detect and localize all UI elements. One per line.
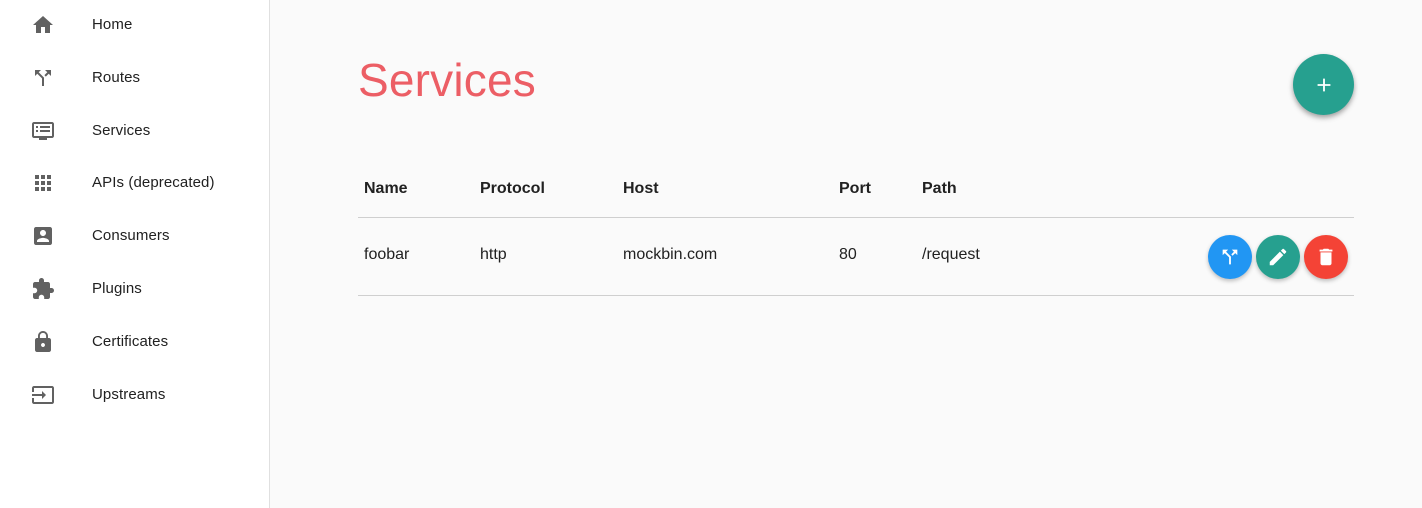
sidebar: Home Routes Services APIs (deprecated) C <box>0 0 270 508</box>
delete-button[interactable] <box>1304 235 1348 279</box>
extension-puzzle-icon <box>31 277 55 301</box>
sidebar-item-label: Services <box>92 122 151 139</box>
sidebar-item-plugins[interactable]: Plugins <box>0 262 269 315</box>
cell-path: /request <box>922 246 980 263</box>
table-row: foobar http mockbin.com 80 /request <box>358 218 1354 296</box>
plus-icon <box>1313 74 1335 96</box>
call-split-icon <box>31 66 55 90</box>
sidebar-item-apis[interactable]: APIs (deprecated) <box>0 156 269 209</box>
add-service-button[interactable] <box>1293 54 1354 115</box>
main-content: Services Name Protocol Host Port Path fo… <box>271 0 1422 508</box>
input-arrow-icon <box>31 383 55 407</box>
sidebar-item-services[interactable]: Services <box>0 104 269 157</box>
column-header-protocol: Protocol <box>480 180 545 197</box>
app: Home Routes Services APIs (deprecated) C <box>0 0 1422 508</box>
sidebar-item-label: APIs (deprecated) <box>92 174 215 191</box>
sidebar-item-upstreams[interactable]: Upstreams <box>0 368 269 421</box>
call-split-icon <box>1219 246 1241 268</box>
edit-button[interactable] <box>1256 235 1300 279</box>
apps-grid-icon <box>31 171 55 195</box>
sidebar-item-label: Certificates <box>92 333 169 350</box>
cell-host: mockbin.com <box>623 246 718 263</box>
sidebar-item-routes[interactable]: Routes <box>0 51 269 104</box>
lock-icon <box>31 330 55 354</box>
sidebar-item-certificates[interactable]: Certificates <box>0 315 269 368</box>
sidebar-item-consumers[interactable]: Consumers <box>0 209 269 262</box>
column-header-host: Host <box>623 180 659 197</box>
cell-port: 80 <box>839 246 857 263</box>
column-header-name: Name <box>364 180 408 197</box>
sidebar-item-label: Consumers <box>92 227 170 244</box>
column-header-path: Path <box>922 180 957 197</box>
account-box-icon <box>31 224 55 248</box>
row-actions <box>1208 235 1348 279</box>
sidebar-item-home[interactable]: Home <box>0 0 269 51</box>
delete-trash-icon <box>1315 246 1337 268</box>
services-table: Name Protocol Host Port Path foobar http… <box>358 160 1354 296</box>
column-header-port: Port <box>839 180 871 197</box>
edit-pencil-icon <box>1267 246 1289 268</box>
monitor-list-icon <box>31 119 55 143</box>
home-icon <box>31 13 55 37</box>
sidebar-item-label: Upstreams <box>92 386 166 403</box>
sidebar-item-label: Home <box>92 16 133 33</box>
sidebar-item-label: Plugins <box>92 280 142 297</box>
sidebar-item-label: Routes <box>92 69 141 86</box>
table-header: Name Protocol Host Port Path <box>358 160 1354 218</box>
cell-name: foobar <box>364 246 410 263</box>
routes-button[interactable] <box>1208 235 1252 279</box>
page-title: Services <box>358 54 536 106</box>
cell-protocol: http <box>480 246 507 263</box>
